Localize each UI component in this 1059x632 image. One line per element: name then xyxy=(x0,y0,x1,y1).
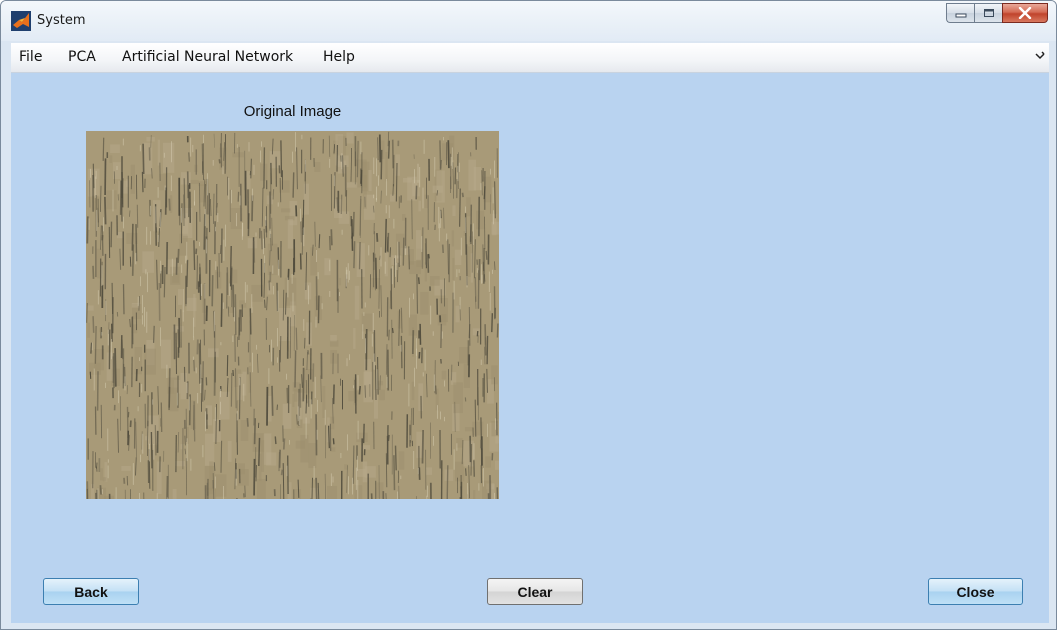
original-image xyxy=(86,131,499,499)
window-controls xyxy=(946,3,1048,23)
menu-bar: File PCA Artificial Neural Network Help xyxy=(11,43,1049,73)
matlab-icon xyxy=(11,11,31,31)
maximize-button[interactable] xyxy=(974,3,1002,23)
arrow-icon[interactable] xyxy=(1035,51,1045,61)
figure-area: Original Image Back Clear Close xyxy=(11,73,1049,623)
menu-file[interactable]: File xyxy=(19,49,42,65)
app-window: System File PCA Artificial Neural Networ… xyxy=(0,0,1057,630)
close-window-button[interactable] xyxy=(1002,3,1048,23)
menu-help[interactable]: Help xyxy=(323,49,355,65)
minimize-button[interactable] xyxy=(946,3,974,23)
axes-title: Original Image xyxy=(243,103,342,120)
window-title: System xyxy=(37,13,86,28)
menu-artificial-neural-network[interactable]: Artificial Neural Network xyxy=(122,49,293,65)
back-button[interactable]: Back xyxy=(43,578,139,605)
title-bar[interactable]: System xyxy=(1,1,1056,41)
maximize-icon xyxy=(983,9,994,17)
clear-button[interactable]: Clear xyxy=(487,578,583,605)
texture-image xyxy=(86,131,499,499)
close-icon xyxy=(1018,7,1032,19)
minimize-icon xyxy=(955,13,966,18)
menu-pca[interactable]: PCA xyxy=(68,49,96,65)
close-button[interactable]: Close xyxy=(928,578,1023,605)
